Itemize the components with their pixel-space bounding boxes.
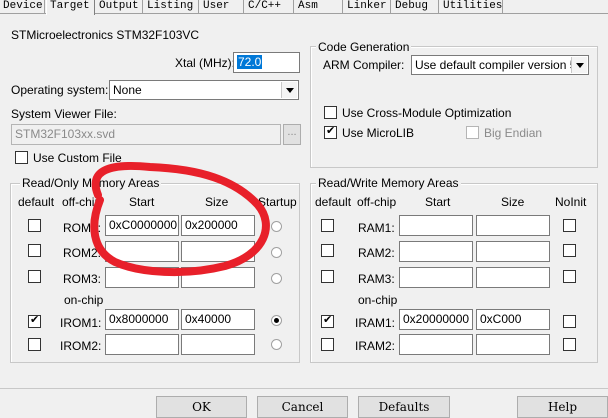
cancel-button[interactable]: Cancel [257, 396, 348, 418]
red-annotation-circle [90, 161, 270, 277]
ok-button[interactable]: OK [156, 396, 247, 418]
defaults-button[interactable]: Defaults [358, 396, 450, 418]
help-button[interactable]: Help [517, 396, 608, 418]
